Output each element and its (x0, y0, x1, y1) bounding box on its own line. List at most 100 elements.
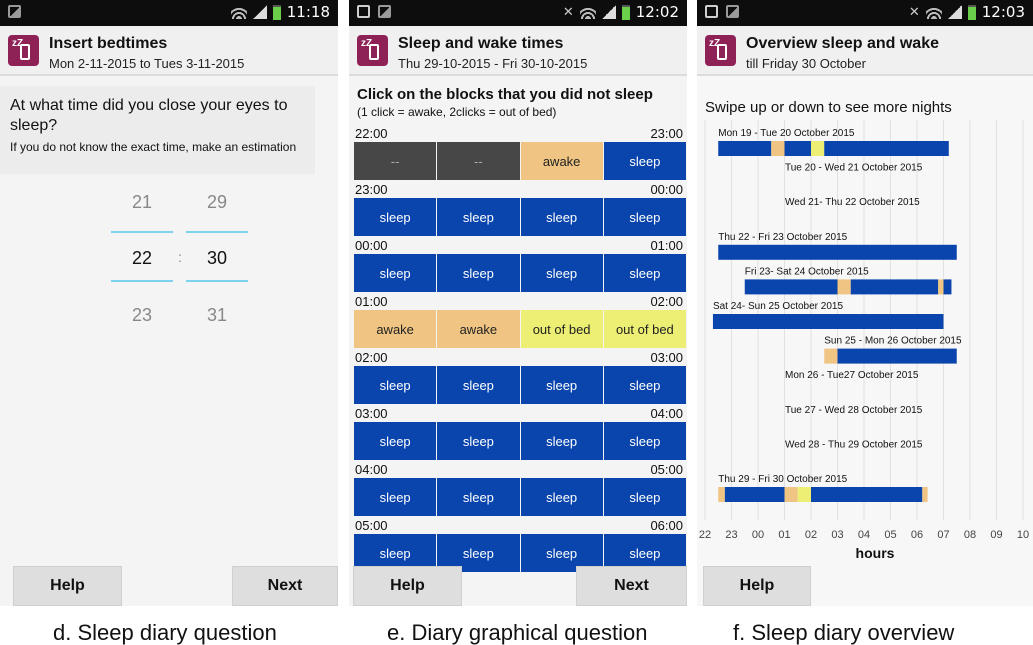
row-end-time: 02:00 (650, 294, 683, 309)
row-end-time: 00:00 (650, 182, 683, 197)
quarter-block[interactable]: sleep (437, 254, 520, 292)
quarter-block[interactable]: sleep (603, 478, 686, 516)
night-segment-sleep (943, 279, 952, 295)
screenshot-icon (357, 5, 370, 18)
notification-icon (378, 5, 391, 18)
quarter-block[interactable]: sleep (603, 366, 686, 404)
swipe-hint: Swipe up or down to see more nights (705, 99, 952, 116)
quarter-block[interactable]: sleep (437, 198, 520, 236)
row-start-time: 00:00 (355, 238, 388, 253)
night-segment-sleep (784, 141, 811, 156)
hour-row: 01:00 02:00 awake awake out of bed out of bed (349, 294, 687, 350)
night-label: Mon 19 - Tue 20 October 2015 (718, 128, 855, 139)
quarter-block[interactable]: sleep (603, 198, 686, 236)
night-segment-sleep (837, 348, 957, 364)
hour-prev[interactable]: 21 (112, 192, 172, 213)
x-tick-label: 22 (699, 529, 711, 541)
minute-selected[interactable]: 30 (187, 248, 247, 269)
next-button[interactable]: Next (232, 566, 338, 606)
sleep-overview-chart[interactable]: Mon 19 - Tue 20 October 2015 Tue 20 - Wed… (697, 120, 1033, 570)
quarter-block[interactable]: sleep (520, 478, 603, 516)
night-segment-sleep (718, 244, 957, 260)
night-label: Fri 23- Sat 24 October 2015 (745, 266, 869, 277)
quarter-block[interactable]: sleep (354, 422, 437, 460)
row-end-time: 01:00 (650, 238, 683, 253)
signal-icon (601, 5, 616, 19)
night-segment-awake (837, 279, 851, 295)
quarter-block[interactable]: sleep (354, 254, 437, 292)
quarter-block[interactable]: sleep (354, 198, 437, 236)
quarter-block[interactable]: sleep (437, 422, 520, 460)
quarter-block[interactable]: sleep (603, 422, 686, 460)
night-label: Thu 22 - Fri 23 October 2015 (718, 232, 847, 243)
x-tick-label: 02 (805, 529, 817, 541)
hour-next[interactable]: 23 (112, 305, 172, 326)
quarter-block[interactable]: sleep (437, 366, 520, 404)
wifi-icon (579, 5, 596, 19)
quarter-blocks: awake awake out of bed out of bed (354, 310, 687, 348)
help-button[interactable]: Help (703, 566, 811, 606)
quarter-block[interactable]: out of bed (520, 310, 603, 348)
quarter-block[interactable]: sleep (603, 254, 686, 292)
night-label: Sun 25 - Mon 26 October 2015 (824, 336, 962, 347)
night-segment-sleep (811, 487, 923, 502)
quarter-block[interactable]: -- (354, 142, 437, 180)
row-start-time: 23:00 (355, 182, 388, 197)
row-end-time: 06:00 (650, 518, 683, 533)
row-start-time: 04:00 (355, 462, 388, 477)
night-segment-awake (922, 487, 928, 502)
status-bar: ✕ 12:02 (349, 0, 687, 26)
quarter-block[interactable]: -- (437, 142, 520, 180)
quarter-block[interactable]: sleep (354, 478, 437, 516)
quarter-blocks: sleep sleep sleep sleep (354, 366, 687, 404)
quarter-block[interactable]: sleep (520, 254, 603, 292)
caption-f: f. Sleep diary overview (733, 620, 955, 645)
page-title: Insert bedtimes (49, 35, 168, 52)
x-tick-label: 07 (937, 529, 949, 541)
quarter-block[interactable]: sleep (520, 366, 603, 404)
quarter-block[interactable]: sleep (437, 478, 520, 516)
caption-e: e. Diary graphical question (387, 620, 648, 645)
quarter-block[interactable]: awake (520, 142, 603, 180)
panel-sleep-diary-question: 11:18 zZ Insert bedtimes Mon 2-11-2015 t… (0, 0, 338, 606)
quarter-block[interactable]: out of bed (603, 310, 686, 348)
x-tick-label: 05 (884, 529, 896, 541)
quarter-block[interactable]: awake (437, 310, 520, 348)
app-bar: zZ Insert bedtimes Mon 2-11-2015 to Tues… (0, 26, 338, 76)
help-button[interactable]: Help (13, 566, 122, 606)
hour-row: 03:00 04:00 sleep sleep sleep sleep (349, 406, 687, 462)
row-end-time: 03:00 (650, 350, 683, 365)
next-button[interactable]: Next (576, 566, 687, 606)
help-button[interactable]: Help (353, 566, 462, 606)
night-segment-awake (771, 141, 785, 156)
minute-prev[interactable]: 29 (187, 192, 247, 213)
signal-icon (947, 5, 962, 19)
battery-icon (621, 4, 630, 20)
battery-icon (967, 4, 976, 20)
app-bar: zZ Overview sleep and wake till Friday 3… (697, 26, 1033, 76)
night-label: Sat 24- Sun 25 October 2015 (713, 301, 844, 312)
clock: 11:18 (286, 3, 330, 21)
hour-row: 22:00 23:00 -- -- awake sleep (349, 126, 687, 182)
quarter-block[interactable]: sleep (520, 422, 603, 460)
quarter-block[interactable]: sleep (354, 366, 437, 404)
wifi-icon (925, 5, 942, 19)
page-subtitle: Mon 2-11-2015 to Tues 3-11-2015 (49, 56, 245, 71)
night-segment-awake (938, 279, 944, 295)
quarter-block[interactable]: awake (354, 310, 437, 348)
quarter-block[interactable]: sleep (603, 142, 686, 180)
instruction-text: Click on the blocks that you did not sle… (357, 86, 653, 103)
quarter-block[interactable]: sleep (520, 198, 603, 236)
signal-icon (252, 5, 267, 19)
night-segment-awake (718, 487, 725, 502)
app-icon: zZ (705, 35, 736, 66)
panel-diary-graphical-question: ✕ 12:02 zZ Sleep and wake times Thu 29-1… (349, 0, 687, 606)
x-tick-label: 06 (911, 529, 923, 541)
app-bar: zZ Sleep and wake times Thu 29-10-2015 -… (349, 26, 687, 76)
quarter-blocks: sleep sleep sleep sleep (354, 422, 687, 460)
minute-next[interactable]: 31 (187, 305, 247, 326)
night-label: Tue 20 - Wed 21 October 2015 (785, 163, 923, 174)
page-subtitle: Thu 29-10-2015 - Fri 30-10-2015 (398, 56, 588, 71)
row-end-time: 04:00 (650, 406, 683, 421)
row-end-time: 23:00 (650, 126, 683, 141)
